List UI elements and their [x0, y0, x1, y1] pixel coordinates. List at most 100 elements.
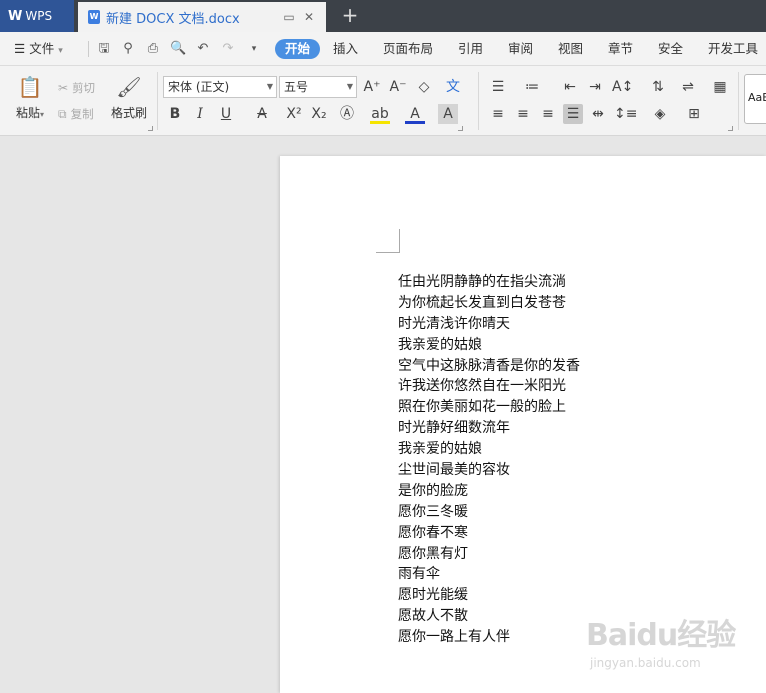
paste-button[interactable]: 📋 粘贴▾	[10, 74, 50, 121]
borders-icon[interactable]: ⊞	[684, 104, 704, 124]
decrease-font-icon[interactable]: A⁻	[388, 77, 408, 97]
cut-label: 剪切	[72, 81, 96, 95]
tab-security[interactable]: 安全	[658, 39, 683, 59]
tab-section[interactable]: 章节	[608, 39, 633, 59]
tab-review[interactable]: 审阅	[508, 39, 533, 59]
format-icon[interactable]: ⚲	[120, 41, 136, 57]
cut-button[interactable]: ✂ 剪切	[58, 80, 95, 96]
font-name-select[interactable]: 宋体 (正文) ▼	[163, 76, 277, 98]
numbered-list-icon[interactable]: ≔	[522, 77, 542, 97]
divider	[157, 72, 158, 130]
clipboard-icon: 📋	[17, 75, 43, 99]
tab-developer[interactable]: 开发工具	[708, 39, 758, 59]
clear-format-icon[interactable]: ◇	[414, 77, 434, 97]
file-menu-label: 文件	[29, 41, 55, 56]
text-direction-icon[interactable]: A↕	[612, 77, 633, 97]
font-size-select[interactable]: 五号 ▼	[279, 76, 357, 98]
phonetic-guide-icon[interactable]: 文	[443, 77, 463, 97]
align-left-icon[interactable]: ≡	[488, 104, 508, 124]
undo-icon[interactable]: ↶	[195, 41, 211, 57]
increase-font-icon[interactable]: A⁺	[362, 77, 382, 97]
chevron-down-icon: ▼	[346, 82, 353, 91]
decrease-indent-icon[interactable]: ⇤	[560, 77, 580, 97]
font-size-value: 五号	[284, 80, 309, 94]
print-preview-icon[interactable]: 🔍	[170, 41, 186, 57]
superscript-icon[interactable]: X²	[284, 104, 304, 124]
chevron-down-icon: ▾	[40, 110, 45, 119]
underline-icon[interactable]: U	[216, 104, 236, 124]
style-preview-text: AaBb	[748, 91, 766, 104]
title-bar: W WPS W 新建 DOCX 文档.docx ▭ ✕ +	[0, 0, 766, 32]
text-line: 是你的脸庞	[398, 482, 468, 499]
style-gallery-item[interactable]: AaBb	[744, 74, 766, 124]
justify-icon[interactable]: ☰	[563, 104, 583, 124]
italic-icon[interactable]: I	[190, 104, 210, 124]
align-right-icon[interactable]: ≡	[538, 104, 558, 124]
paste-label: 粘贴	[15, 106, 40, 120]
text-line: 尘世间最美的容妆	[398, 462, 510, 479]
divider	[88, 41, 89, 57]
divider	[738, 72, 739, 130]
file-menu-button[interactable]: ☰ 文件 ▾	[14, 39, 63, 59]
close-tab-icon[interactable]: ✕	[302, 10, 316, 24]
baidu-jingyan-watermark: Baidu经验 jingyan.baidu.com	[586, 610, 756, 680]
text-line: 愿你一路上有人伴	[398, 629, 510, 646]
divider	[478, 72, 479, 130]
new-tab-button[interactable]: +	[338, 3, 362, 27]
paragraph-marks-icon[interactable]: ⇌	[678, 77, 698, 97]
format-painter-button[interactable]: 🖌 格式刷	[108, 74, 150, 121]
table-grid-icon[interactable]: ▦	[710, 77, 730, 97]
tab-references[interactable]: 引用	[458, 39, 483, 59]
chevron-down-icon: ▾	[58, 46, 63, 56]
increase-indent-icon[interactable]: ⇥	[585, 77, 605, 97]
text-line: 愿你三冬暖	[398, 503, 468, 520]
strikethrough-icon[interactable]: A	[252, 104, 272, 124]
bullet-list-icon[interactable]: ☰	[488, 77, 508, 97]
group-launcher-icon[interactable]	[148, 126, 153, 131]
hamburger-icon: ☰	[14, 41, 26, 56]
watermark-url-text: jingyan.baidu.com	[590, 656, 701, 670]
tab-page-layout[interactable]: 页面布局	[383, 39, 433, 59]
font-name-value: 宋体 (正文)	[168, 80, 230, 94]
restore-tab-icon[interactable]: ▭	[282, 10, 296, 24]
margin-corner-mark	[376, 229, 400, 253]
line-spacing-icon[interactable]: ↕≡	[614, 104, 637, 124]
save-icon[interactable]: 🖫	[96, 41, 112, 57]
ribbon-toolbar: 📋 粘贴▾ ✂ 剪切 ⧉ 复制 🖌 格式刷 宋体 (正文) ▼ 五号 ▼ A⁺ …	[0, 66, 766, 136]
highlight-icon[interactable]: ab	[370, 104, 390, 124]
character-shading-icon[interactable]: A	[438, 104, 458, 124]
document-tab-title: 新建 DOCX 文档.docx	[106, 11, 240, 27]
text-line: 愿你黑有灯	[398, 545, 468, 562]
document-body[interactable]: 任由光阴静静的在指尖流淌 为你梳起长发直到白发苍苍 时光清浅许你晴天 我亲爱的姑…	[398, 272, 580, 648]
print-icon[interactable]: ⎙	[145, 41, 161, 57]
menu-bar: ☰ 文件 ▾ 🖫 ⚲ ⎙ 🔍 ↶ ↷ ▾ 开始 插入 页面布局 引用 审阅 视图…	[0, 32, 766, 66]
watermark-main-text: Baidu经验	[586, 618, 736, 653]
font-color-icon[interactable]: A	[405, 104, 425, 124]
distributed-align-icon[interactable]: ⇹	[588, 104, 608, 124]
text-line: 空气中这脉脉清香是你的发香	[398, 357, 580, 374]
customize-toolbar-icon[interactable]: ▾	[246, 41, 262, 57]
redo-icon[interactable]: ↷	[220, 41, 236, 57]
wps-logo-icon: W	[8, 8, 22, 24]
text-line: 愿你春不寒	[398, 524, 468, 541]
group-launcher-icon[interactable]	[728, 126, 733, 131]
document-tab[interactable]: W 新建 DOCX 文档.docx ▭ ✕	[78, 2, 326, 32]
scissors-icon: ✂	[58, 81, 69, 95]
copy-button[interactable]: ⧉ 复制	[58, 106, 94, 122]
tab-view[interactable]: 视图	[558, 39, 583, 59]
tab-insert[interactable]: 插入	[333, 39, 358, 59]
align-center-icon[interactable]: ≡	[513, 104, 533, 124]
sort-icon[interactable]: ⇅	[648, 77, 668, 97]
text-line: 愿故人不散	[398, 608, 468, 625]
text-line: 我亲爱的姑娘	[398, 441, 482, 458]
text-line: 任由光阴静静的在指尖流淌	[398, 274, 566, 290]
tab-home[interactable]: 开始	[275, 39, 321, 59]
group-launcher-icon[interactable]	[458, 126, 463, 131]
wps-app-name: WPS	[25, 9, 53, 23]
paragraph-shading-icon[interactable]: ◈	[650, 104, 670, 124]
text-effect-icon[interactable]: Ⓐ	[337, 104, 357, 124]
wps-home-tab[interactable]: W WPS	[0, 0, 74, 32]
bold-icon[interactable]: B	[165, 104, 185, 124]
copy-label: 复制	[70, 107, 94, 121]
subscript-icon[interactable]: X₂	[309, 104, 329, 124]
